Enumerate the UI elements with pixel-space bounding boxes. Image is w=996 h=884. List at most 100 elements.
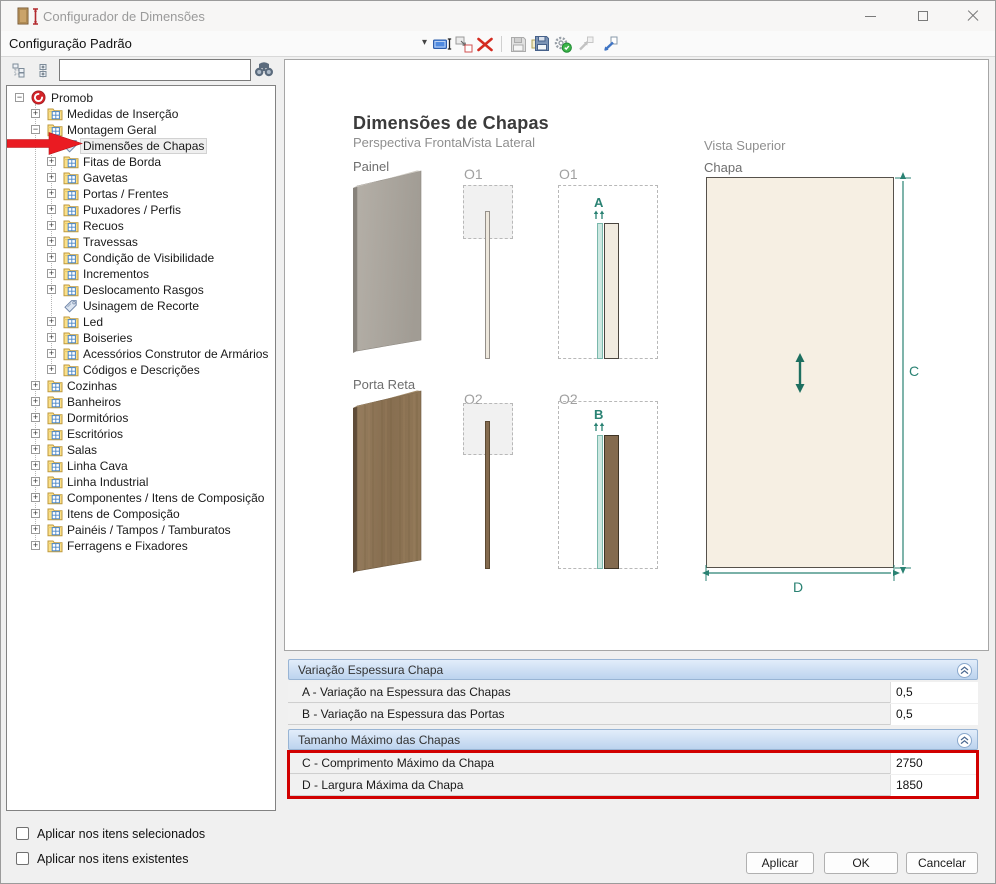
tree-expander[interactable]: + — [47, 253, 56, 262]
folder-icon — [63, 314, 79, 329]
folder-icon — [47, 506, 63, 521]
tree-item-label: Dimensões de Chapas — [81, 139, 206, 153]
tree-item[interactable]: + Condição de Visibilidade — [7, 250, 275, 266]
tree-item[interactable]: + Gavetas — [7, 170, 275, 186]
tree-item[interactable]: + Puxadores / Perfis — [7, 202, 275, 218]
tree-item-label: Gavetas — [81, 171, 130, 185]
export-button[interactable] — [575, 34, 595, 54]
tree-expander[interactable]: + — [47, 173, 56, 182]
binoculars-icon — [254, 61, 274, 78]
minimize-button[interactable] — [850, 3, 890, 29]
tree-item[interactable]: + Componentes / Itens de Composição — [7, 490, 275, 506]
tree-expander[interactable]: + — [47, 237, 56, 246]
ok-button[interactable]: OK — [824, 852, 898, 874]
configuration-select[interactable]: Configuração Padrão — [9, 36, 132, 51]
tree-item[interactable]: + Travessas — [7, 234, 275, 250]
tree-item[interactable]: + Códigos e Descrições — [7, 362, 275, 378]
tree-expander[interactable]: + — [31, 413, 40, 422]
tree-expander[interactable]: + — [31, 397, 40, 406]
window-title: Configurador de Dimensões — [43, 9, 205, 24]
tree-item[interactable]: + Deslocamento Rasgos — [7, 282, 275, 298]
save-button[interactable] — [508, 34, 528, 54]
tree-item[interactable]: + Recuos — [7, 218, 275, 234]
copy-new-icon — [455, 36, 473, 53]
tree-item[interactable]: + Dormitórios — [7, 410, 275, 426]
tree-expander[interactable]: + — [47, 205, 56, 214]
tree-item[interactable]: + Linha Cava — [7, 458, 275, 474]
tree-expander[interactable]: + — [47, 317, 56, 326]
tree-item[interactable]: − Promob — [7, 90, 275, 106]
tree-item[interactable]: + Ferragens e Fixadores — [7, 538, 275, 554]
tree-expander[interactable]: + — [47, 221, 56, 230]
tree-item[interactable]: + Led — [7, 314, 275, 330]
save-as-icon — [531, 35, 550, 53]
save-configuration-button[interactable] — [530, 34, 550, 54]
subtitle-vista-lateral: Vista Lateral — [463, 135, 535, 150]
tree-item[interactable]: + Portas / Frentes — [7, 186, 275, 202]
tree-expander[interactable]: + — [47, 365, 56, 374]
porta-zoom-panel — [604, 435, 619, 569]
tree-expander[interactable]: + — [31, 445, 40, 454]
expand-all-button[interactable] — [32, 60, 53, 82]
delete-configuration-button[interactable] — [475, 34, 495, 54]
tree-item-label: Cozinhas — [65, 379, 119, 393]
tree-expander[interactable]: + — [31, 381, 40, 390]
tree-expander[interactable]: + — [47, 157, 56, 166]
tree-item-label: Puxadores / Perfis — [81, 203, 183, 217]
apply-existing-checkbox[interactable] — [16, 852, 29, 865]
apply-button[interactable]: Aplicar — [746, 852, 814, 874]
import-button[interactable] — [599, 34, 619, 54]
search-input[interactable] — [59, 59, 251, 81]
folder-icon — [47, 458, 63, 473]
property-label: B - Variação na Espessura das Portas — [288, 707, 890, 721]
tree-expander[interactable]: + — [31, 461, 40, 470]
tree-item[interactable]: + Painéis / Tampos / Tamburatos — [7, 522, 275, 538]
tree-item[interactable]: + Banheiros — [7, 394, 275, 410]
search-button[interactable] — [254, 61, 274, 83]
tree-expander[interactable]: + — [47, 269, 56, 278]
rename-configuration-button[interactable] — [432, 34, 452, 54]
folder-icon — [63, 202, 79, 217]
dropdown-caret-icon[interactable]: ▾ — [422, 38, 427, 48]
tree-item[interactable]: Usinagem de Recorte — [7, 298, 275, 314]
tree-item[interactable]: + Escritórios — [7, 426, 275, 442]
tree-item-label: Componentes / Itens de Composição — [65, 491, 266, 505]
tree-expander[interactable]: + — [47, 189, 56, 198]
tree-item[interactable]: + Salas — [7, 442, 275, 458]
apply-selected-checkbox[interactable] — [16, 827, 29, 840]
section-header-tamanho[interactable]: Tamanho Máximo das Chapas — [288, 729, 978, 750]
tree-expander[interactable]: + — [31, 429, 40, 438]
tree-expander[interactable]: + — [47, 349, 56, 358]
tree-item[interactable]: + Incrementos — [7, 266, 275, 282]
tree-expander[interactable]: + — [31, 477, 40, 486]
dimension-a-label: A — [594, 195, 603, 210]
folder-icon — [63, 362, 79, 377]
tree-expander[interactable]: + — [47, 333, 56, 342]
tree-item[interactable]: + Boiseries — [7, 330, 275, 346]
tree-item[interactable]: + Linha Industrial — [7, 474, 275, 490]
tree-expander[interactable]: − — [15, 93, 24, 102]
collapse-section-button[interactable] — [957, 663, 972, 678]
close-button[interactable] — [953, 3, 993, 29]
tree-expander[interactable]: + — [31, 493, 40, 502]
new-configuration-button[interactable] — [454, 34, 474, 54]
property-value-input[interactable]: 0,5 — [890, 704, 978, 725]
section-header-variacao[interactable]: Variação Espessura Chapa — [288, 659, 978, 680]
tree-expander[interactable]: + — [31, 525, 40, 534]
tree-expander[interactable]: + — [31, 541, 40, 550]
tree-item[interactable]: + Medidas de Inserção — [7, 106, 275, 122]
tree-expander[interactable]: + — [47, 285, 56, 294]
folder-icon — [63, 218, 79, 233]
maximize-button[interactable] — [903, 3, 943, 29]
tree-item[interactable]: + Itens de Composição — [7, 506, 275, 522]
tree-item[interactable]: + Acessórios Construtor de Armários — [7, 346, 275, 362]
property-value-input[interactable]: 0,5 — [890, 682, 978, 703]
toolbar-separator — [501, 36, 502, 52]
tree-item[interactable]: + Cozinhas — [7, 378, 275, 394]
collapse-all-button[interactable] — [9, 60, 30, 82]
cancel-button[interactable]: Cancelar — [906, 852, 978, 874]
tree-expander[interactable]: + — [31, 509, 40, 518]
apply-configuration-button[interactable] — [553, 34, 573, 54]
tree-expander[interactable]: + — [31, 109, 40, 118]
collapse-section-button[interactable] — [957, 733, 972, 748]
